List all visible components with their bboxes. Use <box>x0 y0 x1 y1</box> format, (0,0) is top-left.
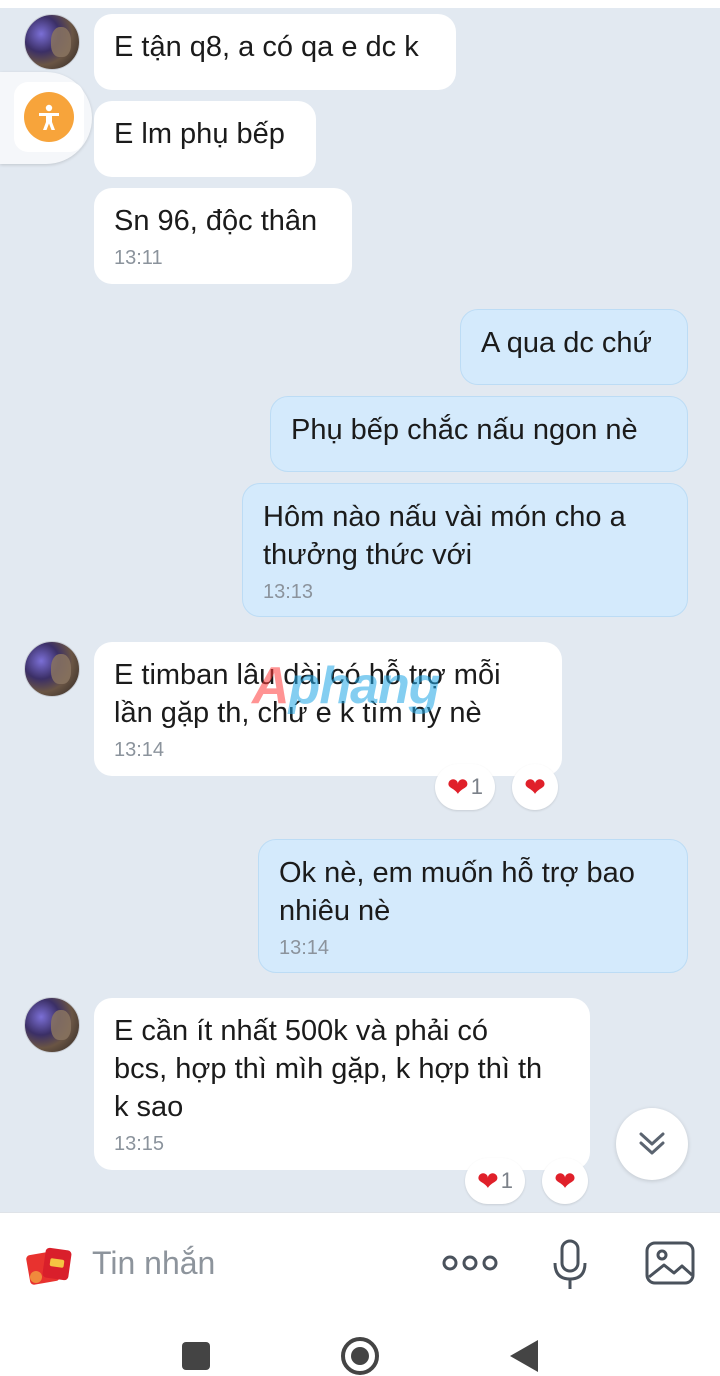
message-text: A qua dc chứ <box>481 327 652 359</box>
top-strip <box>0 0 720 8</box>
home-button[interactable] <box>340 1336 380 1376</box>
avatar[interactable] <box>24 997 80 1053</box>
message-text: Sn 96, độc thân <box>114 205 318 237</box>
message-time: 13:14 <box>114 739 165 761</box>
message-text-line: E cần ít nhất 500k và phải có <box>114 1015 489 1047</box>
message-text-line: bcs, hợp thì mìh gặp, k hợp thì th <box>114 1053 543 1085</box>
system-navigation-bar <box>0 1312 720 1376</box>
message-time: 13:11 <box>114 247 163 269</box>
message-text-line: k sao <box>114 1091 184 1123</box>
recents-button[interactable] <box>182 1342 210 1370</box>
scroll-down-icon <box>639 1132 665 1155</box>
image-icon[interactable] <box>644 1239 696 1287</box>
heart-icon: ❤ <box>524 772 546 802</box>
reaction-summary[interactable]: ❤ 1 <box>435 764 495 810</box>
chat-area[interactable]: E tận q8, a có qa e dc k E lm phụ bếp Sn… <box>0 0 720 1212</box>
message-text: Phụ bếp chắc nấu ngon nè <box>291 414 638 446</box>
accessibility-button[interactable] <box>0 72 92 164</box>
message-composer: Tin nhắn <box>0 1212 720 1312</box>
message-time: 13:14 <box>279 937 330 959</box>
message-text-line: Hôm nào nấu vài món cho a <box>263 501 626 533</box>
more-options-icon[interactable] <box>440 1249 500 1277</box>
message-text: E lm phụ bếp <box>114 118 285 150</box>
message-bubble-outgoing[interactable]: A qua dc chứ <box>460 309 688 385</box>
message-time: 13:15 <box>114 1133 165 1155</box>
back-button[interactable] <box>506 1336 542 1376</box>
scroll-down-button[interactable] <box>616 1108 688 1180</box>
avatar[interactable] <box>24 14 80 70</box>
message-bubble-outgoing[interactable]: Ok nè, em muốn hỗ trợ bao nhiêu nè 13:14 <box>258 839 688 973</box>
accessibility-icon <box>24 92 74 142</box>
message-bubble-outgoing[interactable]: Hôm nào nấu vài món cho a thưởng thức vớ… <box>242 483 688 617</box>
avatar[interactable] <box>24 641 80 697</box>
heart-icon: ❤ <box>476 1166 499 1196</box>
heart-icon: ❤ <box>446 772 469 802</box>
react-heart-button[interactable]: ❤ <box>542 1158 588 1204</box>
message-bubble-incoming[interactable]: E cần ít nhất 500k và phải có bcs, hợp t… <box>94 998 590 1170</box>
sticker-icon[interactable] <box>26 1243 74 1287</box>
reaction-count: 1 <box>500 1168 514 1193</box>
message-bubble-incoming[interactable]: E lm phụ bếp <box>94 101 316 177</box>
message-text-line: nhiêu nè <box>279 895 391 927</box>
message-text: E tận q8, a có qa e dc k <box>114 31 419 63</box>
react-heart-button[interactable]: ❤ <box>512 764 558 810</box>
reaction-summary[interactable]: ❤ 1 <box>465 1158 525 1204</box>
message-bubble-incoming[interactable]: Sn 96, độc thân 13:11 <box>94 188 352 284</box>
heart-icon: ❤ <box>554 1166 576 1196</box>
message-bubble-outgoing[interactable]: Phụ bếp chắc nấu ngon nè <box>270 396 688 472</box>
message-bubble-incoming[interactable]: E tận q8, a có qa e dc k <box>94 14 456 90</box>
watermark-logo: Aphang <box>252 657 441 715</box>
microphone-icon[interactable] <box>550 1237 590 1293</box>
message-input[interactable]: Tin nhắn <box>92 1245 215 1282</box>
message-text-line: thưởng thức với <box>263 539 473 571</box>
message-time: 13:13 <box>263 581 314 603</box>
reaction-count: 1 <box>470 774 484 799</box>
message-text-line: Ok nè, em muốn hỗ trợ bao <box>279 857 635 889</box>
